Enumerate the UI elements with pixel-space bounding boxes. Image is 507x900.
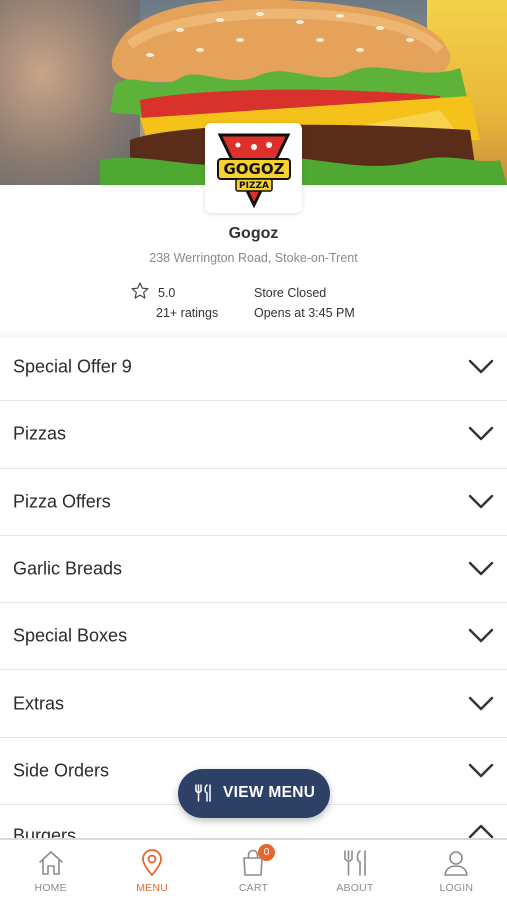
chevron-down-icon (468, 494, 494, 508)
nav-label: HOME (34, 882, 67, 894)
chevron-down-icon (468, 696, 494, 710)
category-row-pizza-offers[interactable]: Pizza Offers (0, 469, 507, 536)
store-status: Store Closed (254, 286, 327, 300)
category-label: Special Boxes (13, 625, 128, 646)
cutlery-icon (344, 850, 366, 876)
user-icon (444, 851, 469, 876)
category-label: Side Orders (13, 760, 110, 781)
pizza-slice-logo-icon: GOGOZ PIZZA (216, 133, 291, 209)
star-icon (131, 282, 149, 299)
category-label: Extras (13, 693, 65, 714)
category-row-special-offer-9[interactable]: Special Offer 9 (0, 334, 507, 402)
nav-item-home[interactable]: HOME (0, 840, 101, 900)
chevron-down-icon (468, 561, 494, 576)
category-row-special-boxes[interactable]: Special Boxes (0, 603, 507, 671)
store-address: 238 Werrington Road, Stoke-on-Trent (149, 251, 358, 265)
svg-text:PIZZA: PIZZA (239, 181, 269, 191)
category-row-extras[interactable]: Extras (0, 670, 507, 738)
chevron-down-icon (468, 427, 494, 441)
cart-count-badge: 0 (258, 844, 275, 861)
svg-text:GOGOZ: GOGOZ (223, 160, 284, 178)
app-screen: GOGOZ PIZZA Gogoz 238 Werrington Road, S… (0, 0, 507, 900)
chevron-down-icon (468, 763, 494, 778)
category-label: Pizzas (13, 423, 67, 444)
nav-label: MENU (136, 882, 168, 894)
view-menu-label: VIEW MENU (223, 784, 316, 801)
ratings-count: 21+ ratings (156, 306, 219, 320)
nav-label: ABOUT (336, 882, 374, 894)
cutlery-icon (195, 784, 211, 802)
store-opening-time: Opens at 3:45 PM (254, 306, 355, 320)
rating-value: 5.0 (158, 286, 176, 300)
chevron-down-icon (468, 359, 494, 374)
category-label: Pizza Offers (13, 491, 111, 512)
view-menu-button[interactable]: VIEW MENU (178, 769, 330, 818)
chevron-up-icon (468, 824, 494, 839)
nav-label: CART (238, 882, 269, 894)
category-label: Special Offer 9 (13, 356, 132, 377)
restaurant-logo: GOGOZ PIZZA (205, 123, 302, 213)
chevron-down-icon (468, 629, 494, 643)
nav-item-login[interactable]: LOGIN (406, 840, 507, 900)
store-name: Gogoz (228, 225, 279, 242)
location-pin-icon (142, 849, 162, 876)
category-label: Garlic Breads (13, 558, 123, 579)
nav-item-menu[interactable]: MENU (101, 840, 202, 900)
bottom-navigation: HOME MENU CART ABOUT LOGIN 0 (0, 838, 507, 900)
category-row-garlic-breads[interactable]: Garlic Breads (0, 536, 507, 604)
nav-label: LOGIN (439, 882, 474, 894)
nav-item-cart[interactable]: CART (203, 840, 304, 900)
home-icon (38, 851, 63, 875)
nav-item-about[interactable]: ABOUT (304, 840, 405, 900)
category-row-pizzas[interactable]: Pizzas (0, 401, 507, 469)
